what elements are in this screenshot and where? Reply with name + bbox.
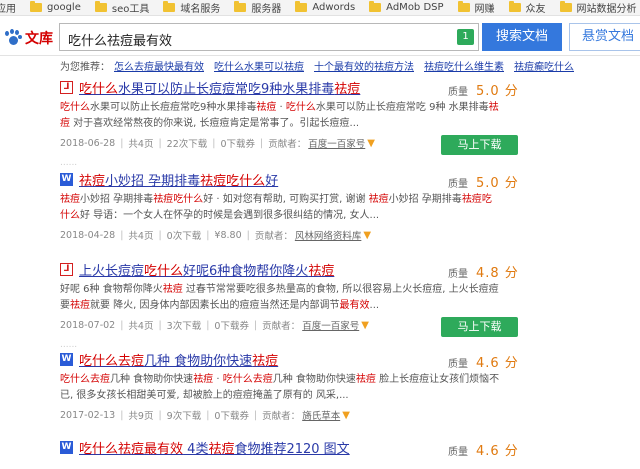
result-snippet: 吃什么去痘几种 食物助你快速祛痘 · 吃什么去痘几种 食物助你快速祛痘 脸上长痘… — [60, 374, 500, 401]
vip-chevron-icon: ▼ — [342, 409, 350, 421]
download-button[interactable]: 马上下载 — [441, 317, 518, 337]
search-query: 吃什么祛痘最有效 — [68, 34, 173, 49]
logo-wenku-text: 文库 — [25, 31, 53, 47]
result-title[interactable]: 吃什么祛痘最有效 4类祛痘食物推荐2120 图文 — [79, 438, 350, 457]
bookmark-label: 网站数据分析 — [576, 4, 637, 15]
result-title[interactable]: 祛痘小妙招 孕期排毒祛痘吃什么好 — [79, 170, 278, 189]
vip-chevron-icon: ▼ — [363, 229, 372, 241]
result-meta: 2017-02-13 | 共9页 | 9次下载 | 0下载券 | 贡献者： 旖氏草本 ▼ — [60, 408, 350, 423]
suggest-link[interactable]: 吃什么水果可以祛痘 — [214, 58, 304, 73]
bookmark-item[interactable]: 域名服务 — [163, 0, 220, 15]
quality-score: 质量 4.6 分 — [448, 444, 519, 459]
search-badge: 1 — [457, 29, 474, 45]
pdf-file-icon: ⅃ — [60, 80, 73, 94]
folder-icon — [457, 1, 470, 12]
word-file-icon: W — [60, 352, 73, 366]
result-title[interactable]: 吃什么水果可以防止长痘痘常吃9种水果排毒祛痘 — [79, 78, 360, 97]
bookmark-item[interactable]: 应用 — [0, 0, 16, 15]
divider: ...... — [60, 158, 78, 168]
search-header: 文库 吃什么祛痘最有效 1 搜索文档 悬赏文档 — [0, 16, 640, 56]
suggest-link[interactable]: 怎么去痘最快最有效 — [114, 58, 204, 73]
bookmark-label: seo工具 — [111, 4, 150, 15]
result-meta: 2018-06-28 | 共4页 | 22次下载 | 0下载券 | 贡献者： 百度一百家… — [60, 136, 375, 151]
baidu-wenku-logo[interactable]: 文库 — [2, 28, 53, 48]
bookmark-label: 应用 — [0, 4, 16, 15]
pdf-file-icon: ⅃ — [60, 262, 73, 276]
suggest-label: 为您推荐： — [60, 61, 110, 73]
search-button[interactable]: 搜索文档 — [482, 23, 562, 51]
bookmark-item[interactable]: 众友 — [508, 0, 546, 15]
result-meta: 2018-07-02 | 共4页 | 3次下载 | 0下载券 | 贡献者： 百度一百家号… — [60, 318, 369, 333]
suggest-link[interactable]: 祛痘吃什么维生素 — [424, 58, 504, 73]
result-snippet: 祛痘小妙招 孕期排毒祛痘吃什么好 · 如对您有帮助, 可购买打赏, 谢谢 祛痘小… — [60, 194, 492, 221]
quality-score: 质量 4.6 分 — [448, 356, 519, 371]
bookmark-label: 众友 — [525, 4, 546, 15]
folder-icon — [234, 1, 247, 12]
bookmark-label: 网赚 — [474, 4, 495, 15]
bookmark-label: google — [47, 2, 81, 13]
vip-chevron-icon: ▼ — [361, 319, 369, 331]
uploader-link[interactable]: 百度一百家号 — [302, 318, 359, 332]
suggest-link[interactable]: 十个最有效的祛痘方法 — [314, 58, 414, 73]
paw-icon — [2, 29, 22, 47]
folder-icon — [30, 1, 42, 12]
suggestions-bar: 为您推荐： 怎么去痘最快最有效 吃什么水果可以祛痘 十个最有效的祛痘方法 祛痘吃… — [0, 56, 640, 74]
reward-button[interactable]: 悬赏文档 — [569, 23, 640, 51]
download-button[interactable]: 马上下载 — [441, 135, 518, 155]
word-file-icon: W — [60, 172, 73, 186]
folder-icon — [295, 1, 308, 12]
quality-score: 质量 5.0 分 — [448, 176, 519, 191]
bookmark-item[interactable]: AdMob DSP — [369, 1, 444, 13]
bookmark-item[interactable]: Adwords — [295, 1, 356, 13]
bookmark-label: AdMob DSP — [386, 2, 444, 13]
bookmarks-bar: 应用 google seo工具 域名服务 服务器 Adwords AdMob DSP 网赚 众友… — [0, 0, 640, 16]
divider: ...... — [60, 340, 78, 350]
result-meta: 2018-04-28 | 共4页 | 0次下载 | ¥8.80 | 贡献者： 风林网络资… — [60, 228, 372, 243]
folder-icon — [369, 1, 382, 12]
result-snippet: 吃什么水果可以防止长痘痘常吃9种水果排毒祛痘 · 吃什么水果可以防止长痘痘常吃 … — [60, 102, 499, 129]
uploader-link[interactable]: 旖氏草本 — [302, 408, 340, 422]
word-file-icon: W — [60, 440, 73, 454]
quality-score: 质量 4.8 分 — [448, 266, 519, 281]
result-title[interactable]: 上火长痘痘吃什么好呢6种食物帮你降火祛痘 — [79, 260, 334, 279]
folder-icon — [163, 1, 176, 12]
suggest-link[interactable]: 祛痘癫吃什么 — [514, 58, 574, 73]
uploader-link[interactable]: 风林网络资料库 — [295, 228, 362, 242]
vip-chevron-icon: ▼ — [367, 137, 375, 149]
bookmark-label: Adwords — [312, 2, 356, 13]
search-input[interactable]: 吃什么祛痘最有效 1 — [59, 23, 479, 51]
bookmark-item[interactable]: 服务器 — [234, 0, 281, 15]
folder-icon — [94, 1, 107, 12]
bookmark-item[interactable]: google — [30, 1, 81, 13]
folder-icon — [508, 1, 521, 12]
uploader-link[interactable]: 百度一百家号 — [308, 136, 365, 150]
bookmark-label: 域名服务 — [180, 4, 221, 15]
bookmark-item[interactable]: 网赚 — [457, 0, 495, 15]
quality-score: 质量 5.0 分 — [448, 84, 519, 99]
result-title[interactable]: 吃什么去痘几种 食物助你快速祛痘 — [79, 350, 278, 369]
bookmark-item[interactable]: seo工具 — [94, 0, 150, 15]
result-snippet: 好呢 6种 食物帮你降火祛痘 过春节常常要吃很多热量高的食物, 所以很容易上火长… — [60, 284, 499, 311]
folder-icon — [559, 1, 572, 12]
bookmark-item[interactable]: 网站数据分析 — [559, 0, 637, 15]
bookmark-label: 服务器 — [251, 4, 282, 15]
